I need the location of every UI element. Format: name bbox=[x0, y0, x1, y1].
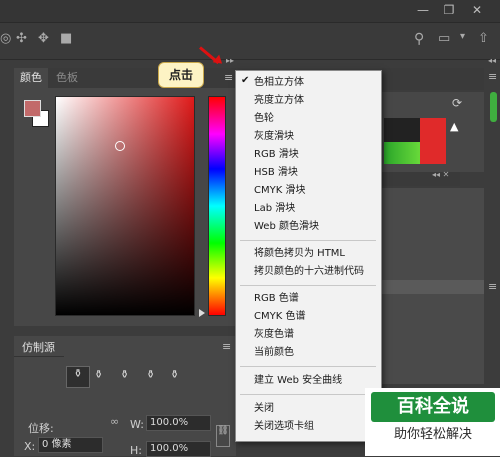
right-panel-menu-icon[interactable]: ≡ bbox=[488, 70, 497, 83]
title-bar: — ❐ ✕ bbox=[0, 0, 500, 23]
chain-lock-icon[interactable]: ⛓ bbox=[216, 425, 230, 447]
collapse-arrows-right-icon[interactable]: ◂◂ bbox=[488, 56, 496, 65]
menu-item-web-safe-ramp[interactable]: 建立 Web 安全曲线 bbox=[254, 372, 342, 389]
h-label: H: bbox=[130, 444, 142, 457]
menu-item-hue-cube[interactable]: 色相立方体 bbox=[254, 74, 304, 91]
click-tooltip: 点击 bbox=[158, 62, 204, 88]
refresh-icon[interactable]: ⟳ bbox=[452, 96, 462, 110]
scrollbar-thumb[interactable] bbox=[490, 92, 497, 122]
options-bar: ◎ ✣ ✥ ■ ⚲ ▭ ▾ ⇧ bbox=[0, 23, 500, 60]
chevron-down-icon[interactable]: ▾ bbox=[460, 31, 465, 42]
close-icon[interactable]: ✕ bbox=[466, 2, 488, 18]
hue-slider[interactable] bbox=[208, 96, 226, 316]
x-label: X: bbox=[24, 440, 36, 453]
clone-source-title: 仿制源 bbox=[22, 341, 55, 354]
move-3d-icon[interactable]: ✥ bbox=[38, 31, 49, 46]
watermark-logo: 百科全说 bbox=[371, 392, 495, 422]
histogram-green bbox=[384, 142, 420, 164]
h-field[interactable]: 100.0% bbox=[146, 441, 211, 457]
menu-item-lab-slider[interactable]: Lab 滑块 bbox=[254, 200, 295, 217]
tab-swatches[interactable]: 色板 bbox=[50, 68, 84, 88]
histogram-graph bbox=[384, 118, 446, 164]
clone-source-4-icon[interactable]: ⚱ bbox=[146, 368, 155, 381]
nested-collapse-icon[interactable]: ◂◂ ✕ bbox=[432, 170, 449, 179]
menu-item-grayscale-slider[interactable]: 灰度滑块 bbox=[254, 128, 294, 145]
menu-separator bbox=[240, 285, 376, 286]
clone-source-3-icon[interactable]: ⚱ bbox=[120, 368, 129, 381]
camera-icon[interactable]: ■ bbox=[60, 31, 72, 46]
watermark-slogan: 助你轻松解决 bbox=[393, 427, 472, 442]
w-field[interactable]: 100.0% bbox=[146, 415, 211, 431]
clone-panel-menu-icon[interactable]: ≡ bbox=[222, 340, 231, 353]
color-picker-circle[interactable] bbox=[115, 141, 125, 151]
orbit-icon[interactable]: ✣ bbox=[16, 31, 27, 46]
menu-item-color-wheel[interactable]: 色轮 bbox=[254, 110, 274, 127]
menu-separator bbox=[240, 366, 376, 367]
restore-icon[interactable]: ❐ bbox=[438, 2, 460, 18]
menu-item-rgb-spectrum[interactable]: RGB 色谱 bbox=[254, 290, 299, 307]
menu-item-current-colors[interactable]: 当前颜色 bbox=[254, 344, 294, 361]
w-label: W: bbox=[130, 418, 144, 431]
clone-source-2-icon[interactable]: ⚱ bbox=[94, 368, 103, 381]
layers-menu-icon[interactable]: ≡ bbox=[488, 280, 497, 293]
hue-slider-handle[interactable] bbox=[199, 309, 205, 317]
menu-item-copy-hex-code[interactable]: 拷贝颜色的十六进制代码 bbox=[254, 263, 364, 280]
menu-item-rgb-slider[interactable]: RGB 滑块 bbox=[254, 146, 299, 163]
menu-item-close-tab-group[interactable]: 关闭选项卡组 bbox=[254, 418, 314, 435]
checkmark-icon: ✔ bbox=[241, 75, 250, 86]
warning-icon[interactable]: ▲ bbox=[450, 120, 458, 133]
share-icon[interactable]: ⇧ bbox=[478, 31, 489, 46]
layer-row[interactable] bbox=[382, 280, 484, 294]
menu-item-web-color-slider[interactable]: Web 颜色滑块 bbox=[254, 218, 319, 235]
clone-source-1-icon[interactable]: ⚱ bbox=[66, 366, 90, 388]
clone-source-tab[interactable]: 仿制源 bbox=[14, 336, 64, 357]
menu-item-brightness-cube[interactable]: 亮度立方体 bbox=[254, 92, 304, 109]
tab-color[interactable]: 颜色 bbox=[14, 68, 48, 88]
menu-separator bbox=[240, 240, 376, 241]
panel-menu-icon[interactable]: ≡ bbox=[224, 71, 233, 84]
link-icon[interactable]: ∞ bbox=[110, 415, 119, 428]
workspace-icon[interactable]: ▭ bbox=[438, 31, 450, 46]
menu-item-cmyk-spectrum[interactable]: CMYK 色谱 bbox=[254, 308, 305, 325]
target-icon[interactable]: ◎ bbox=[0, 31, 11, 46]
foreground-color-swatch[interactable] bbox=[24, 100, 41, 117]
right-panel-tabbar bbox=[382, 68, 484, 90]
color-panel-flyout-menu: ✔ 色相立方体 亮度立方体 色轮 灰度滑块 RGB 滑块 HSB 滑块 CMYK… bbox=[235, 70, 382, 442]
minimize-icon[interactable]: — bbox=[412, 2, 434, 18]
offset-label: 位移: bbox=[28, 422, 54, 435]
histogram-red bbox=[420, 118, 446, 164]
menu-item-hsb-slider[interactable]: HSB 滑块 bbox=[254, 164, 298, 181]
clone-source-5-icon[interactable]: ⚱ bbox=[170, 368, 179, 381]
collapse-arrows-icon[interactable]: ▸▸ bbox=[226, 56, 234, 65]
menu-item-close[interactable]: 关闭 bbox=[254, 400, 274, 417]
saturation-brightness-field[interactable] bbox=[55, 96, 195, 316]
menu-item-copy-as-html[interactable]: 将颜色拷贝为 HTML bbox=[254, 245, 345, 262]
menu-item-cmyk-slider[interactable]: CMYK 滑块 bbox=[254, 182, 305, 199]
search-icon[interactable]: ⚲ bbox=[414, 31, 424, 47]
menu-separator bbox=[240, 394, 376, 395]
menu-item-grayscale-spectrum[interactable]: 灰度色谱 bbox=[254, 326, 294, 343]
x-offset-field[interactable]: 0 像素 bbox=[38, 437, 103, 453]
